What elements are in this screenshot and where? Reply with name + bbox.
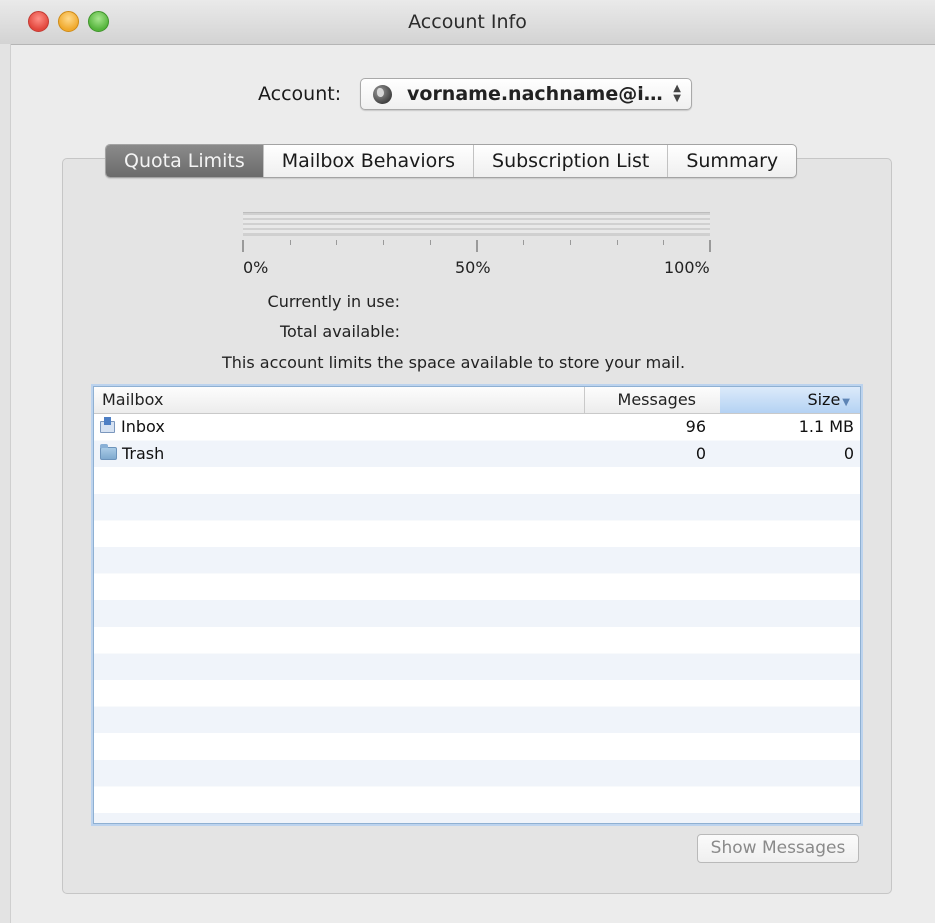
minor-tick	[430, 240, 431, 245]
tab-bar: Quota Limits Mailbox Behaviors Subscript…	[105, 144, 798, 178]
show-messages-button[interactable]: Show Messages	[697, 834, 859, 863]
table-body: Inbox 96 1.1 MB Trash 0 0	[94, 414, 860, 823]
table-row[interactable]: Trash 0 0	[94, 441, 860, 468]
quota-notice: This account limits the space available …	[222, 353, 686, 372]
minor-tick	[570, 240, 571, 245]
total-available-label: Total available:	[279, 322, 400, 341]
inbox-icon	[100, 417, 115, 434]
column-header-messages[interactable]: Messages	[584, 387, 716, 413]
mailbox-name: Trash	[122, 443, 165, 463]
tab-mailbox-behaviors[interactable]: Mailbox Behaviors	[262, 145, 473, 177]
minor-tick	[290, 240, 291, 245]
window-edge	[0, 44, 11, 923]
minor-tick	[617, 240, 618, 245]
column-header-size[interactable]: Size ▼	[720, 387, 860, 413]
minor-tick	[336, 240, 337, 245]
account-value: vorname.nachname@i…	[407, 83, 663, 105]
sort-descending-icon: ▼	[842, 397, 850, 408]
tab-quota-limits[interactable]: Quota Limits	[106, 145, 263, 177]
major-tick	[242, 240, 244, 252]
size-cell: 0	[843, 443, 854, 463]
tab-subscription-list[interactable]: Subscription List	[473, 145, 667, 177]
mailbox-table[interactable]: Mailbox Messages Size ▼ Inbox 96 1.1 MB T…	[93, 386, 861, 824]
popup-arrows-icon: ▲ ▼	[673, 83, 681, 104]
mailbox-cell: Trash	[100, 441, 164, 468]
mailbox-cell: Inbox	[100, 414, 165, 441]
window-title: Account Info	[408, 11, 527, 33]
folder-icon	[100, 444, 117, 461]
scale-label-0: 0%	[243, 258, 269, 277]
title-bar: Account Info	[0, 0, 935, 45]
column-header-mailbox[interactable]: Mailbox	[102, 387, 582, 413]
minor-tick	[523, 240, 524, 245]
quota-meter	[243, 212, 710, 236]
size-cell: 1.1 MB	[798, 417, 854, 436]
tab-summary[interactable]: Summary	[667, 145, 796, 177]
minor-tick	[383, 240, 384, 245]
major-tick	[476, 240, 478, 252]
messages-cell: 96	[685, 417, 706, 436]
currently-in-use-label: Currently in use:	[267, 292, 400, 311]
mailbox-name: Inbox	[121, 417, 165, 436]
messages-cell: 0	[695, 443, 706, 463]
major-tick	[709, 240, 711, 252]
scale-label-100: 100%	[664, 258, 710, 277]
account-popup-button[interactable]: vorname.nachname@i… ▲ ▼	[360, 78, 692, 110]
scale-label-50: 50%	[455, 258, 491, 277]
account-label: Account:	[258, 83, 342, 105]
table-header: Mailbox Messages Size ▼	[94, 387, 860, 414]
minor-tick	[663, 240, 664, 245]
globe-icon	[373, 85, 392, 104]
table-row[interactable]: Inbox 96 1.1 MB	[94, 414, 860, 441]
